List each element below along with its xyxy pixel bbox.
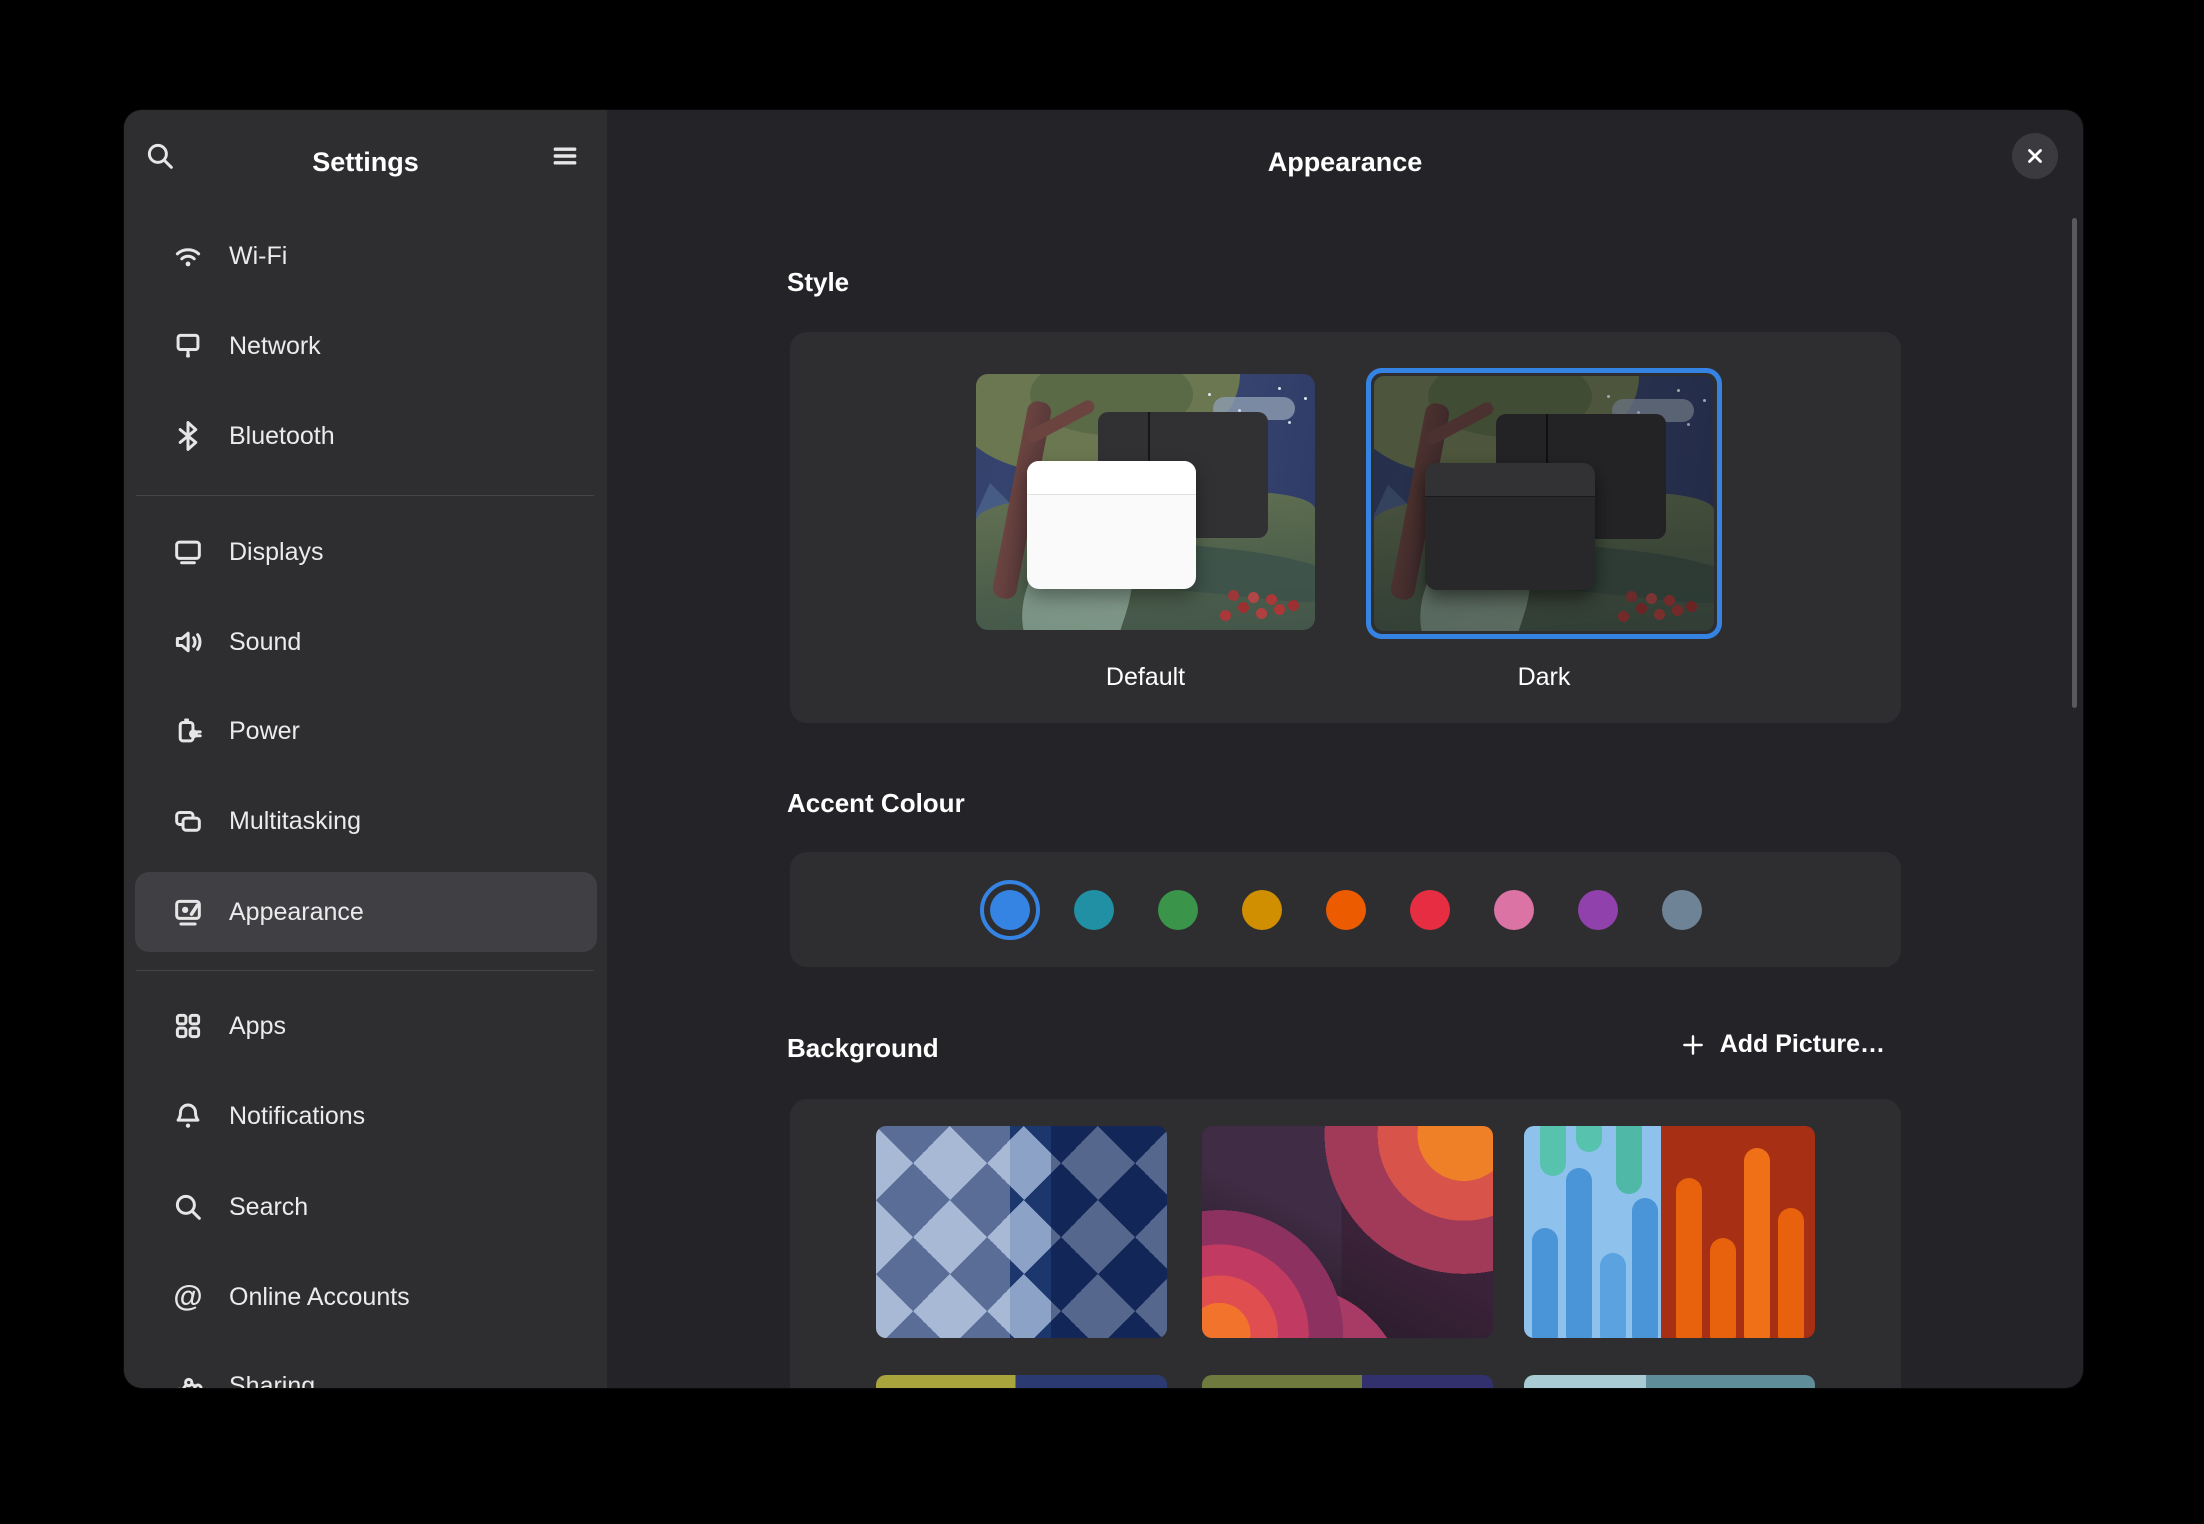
sidebar-item-displays[interactable]: Displays	[135, 512, 597, 592]
sidebar-item-label: Sharing	[229, 1372, 315, 1389]
sidebar-item-label: Multitasking	[229, 807, 361, 836]
sidebar-item-notifications[interactable]: Notifications	[135, 1076, 597, 1156]
wallpaper-thumb-partial-3[interactable]	[1524, 1375, 1815, 1388]
sidebar-title: Settings	[124, 147, 607, 178]
sidebar-item-label: Sound	[229, 628, 301, 657]
accent-color-green[interactable]	[1158, 890, 1198, 930]
style-card	[790, 332, 1901, 723]
sidebar-item-label: Bluetooth	[229, 422, 335, 451]
sidebar-item-apps[interactable]: Apps	[135, 986, 597, 1066]
share-icon	[171, 1369, 205, 1388]
sidebar-item-label: Search	[229, 1193, 308, 1222]
wallpaper-thumb-partial-1[interactable]	[876, 1375, 1167, 1388]
sidebar-item-label: Apps	[229, 1012, 286, 1041]
wifi-icon	[171, 239, 205, 273]
bell-icon	[171, 1099, 205, 1133]
sidebar-item-multitasking[interactable]: Multitasking	[135, 781, 597, 861]
sidebar-item-wifi[interactable]: Wi-Fi	[135, 216, 597, 296]
wallpaper-thumb-drips[interactable]	[1524, 1126, 1815, 1338]
close-icon	[2024, 145, 2046, 167]
accent-heading: Accent Colour	[787, 788, 965, 819]
apps-icon	[171, 1009, 205, 1043]
sidebar-item-network[interactable]: Network	[135, 306, 597, 386]
screenshot-stage: Settings Wi-Fi Network	[0, 0, 2204, 1524]
accent-color-yellow[interactable]	[1242, 890, 1282, 930]
accent-color-teal[interactable]	[1074, 890, 1114, 930]
sidebar-menu-button[interactable]	[542, 133, 588, 179]
wallpaper-thumb-partial-2[interactable]	[1202, 1375, 1493, 1388]
sidebar-item-label: Notifications	[229, 1102, 365, 1131]
add-picture-label: Add Picture…	[1720, 1030, 1885, 1059]
sidebar-divider	[136, 495, 594, 496]
sidebar-item-sound[interactable]: Sound	[135, 602, 597, 682]
accent-color-purple[interactable]	[1578, 890, 1618, 930]
page-title: Appearance	[607, 147, 2083, 178]
sidebar-item-online-accounts[interactable]: @ Online Accounts	[135, 1257, 597, 1337]
accent-color-slate[interactable]	[1662, 890, 1702, 930]
power-icon	[171, 714, 205, 748]
sidebar-item-label: Wi-Fi	[229, 242, 287, 271]
sidebar: Settings Wi-Fi Network	[124, 110, 607, 1388]
hamburger-menu-icon	[548, 139, 582, 173]
close-button[interactable]	[2012, 133, 2058, 179]
accent-color-pink[interactable]	[1494, 890, 1534, 930]
content-scrollbar[interactable]	[2072, 218, 2077, 708]
sidebar-divider	[136, 970, 594, 971]
sidebar-item-label: Displays	[229, 538, 323, 567]
sidebar-item-label: Appearance	[229, 898, 364, 927]
sidebar-item-sharing[interactable]: Sharing	[135, 1346, 597, 1388]
multitasking-icon	[171, 804, 205, 838]
wallpaper-thumb-magma-waves[interactable]	[1202, 1126, 1493, 1338]
display-icon	[171, 535, 205, 569]
search-icon	[171, 1190, 205, 1224]
accent-color-orange[interactable]	[1326, 890, 1366, 930]
sound-icon	[171, 625, 205, 659]
accent-color-blue[interactable]	[990, 890, 1030, 930]
sidebar-item-label: Power	[229, 717, 300, 746]
dark-style-preview	[1374, 376, 1714, 631]
wallpaper-thumb-blue-tiles[interactable]	[876, 1126, 1167, 1338]
plus-icon	[1680, 1032, 1706, 1058]
style-option-dark-label: Dark	[1366, 663, 1722, 692]
sidebar-item-search[interactable]: Search	[135, 1167, 597, 1247]
background-heading: Background	[787, 1033, 939, 1064]
sidebar-item-label: Online Accounts	[229, 1283, 410, 1312]
settings-window: Settings Wi-Fi Network	[124, 110, 2083, 1388]
style-option-default[interactable]	[976, 374, 1315, 630]
style-option-dark[interactable]	[1366, 368, 1722, 639]
network-icon	[171, 329, 205, 363]
add-picture-button[interactable]: Add Picture…	[1680, 1030, 1885, 1059]
at-icon: @	[173, 1282, 202, 1312]
sidebar-item-bluetooth[interactable]: Bluetooth	[135, 396, 597, 476]
style-option-default-label: Default	[976, 663, 1315, 692]
default-style-preview	[976, 374, 1315, 630]
style-heading: Style	[787, 267, 849, 298]
bluetooth-icon	[171, 419, 205, 453]
appearance-icon	[171, 895, 205, 929]
sidebar-item-label: Network	[229, 332, 321, 361]
sidebar-item-appearance[interactable]: Appearance	[135, 872, 597, 952]
accent-colour-card	[790, 852, 1901, 967]
sidebar-item-power[interactable]: Power	[135, 691, 597, 771]
accent-color-red[interactable]	[1410, 890, 1450, 930]
